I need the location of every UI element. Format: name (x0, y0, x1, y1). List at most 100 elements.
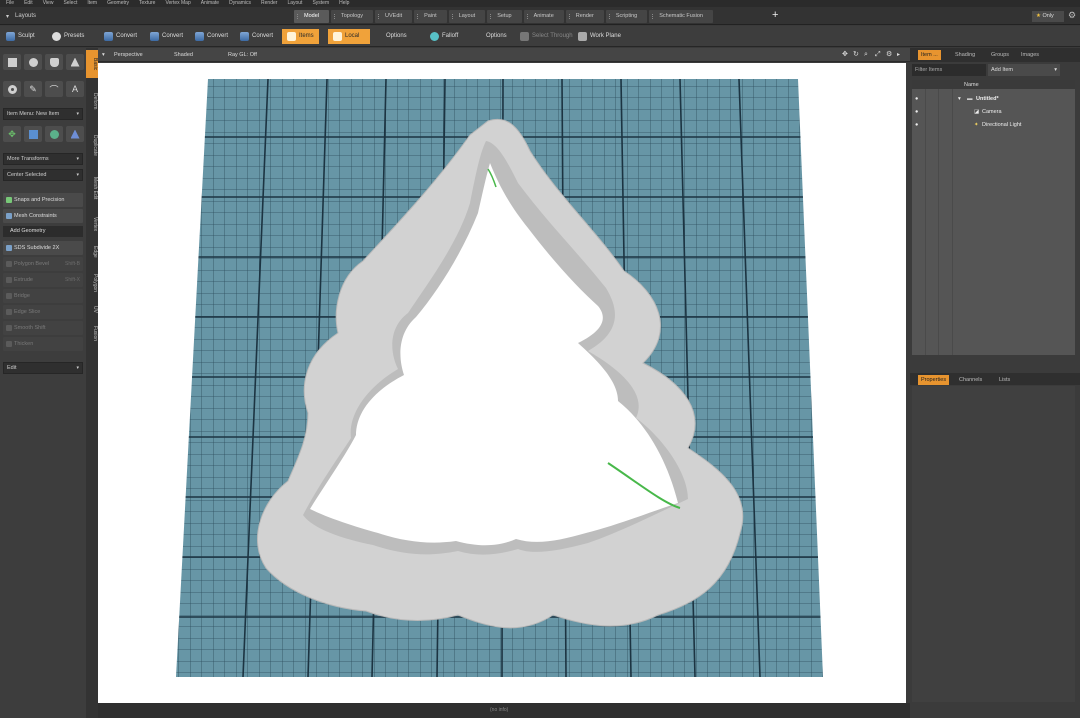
more-transforms-dropdown[interactable]: More Transforms ▾ (3, 153, 83, 165)
zoom-view-icon[interactable]: ⌕ (864, 50, 868, 60)
expand-icon[interactable]: ▾ (958, 93, 961, 105)
convert-button-4[interactable]: Convert (238, 29, 273, 44)
layout-tab[interactable]: Setup (487, 10, 522, 23)
menu-item[interactable]: Dynamics (229, 0, 251, 7)
menu-item[interactable]: File (6, 0, 14, 7)
sds-subdivide-button[interactable]: SDS Subdivide 2X (3, 241, 83, 255)
item-menu-dropdown[interactable]: Item Menu: New Item ▾ (3, 108, 83, 120)
center-selected-dropdown[interactable]: Center Selected ▾ (3, 169, 83, 181)
viewport-gear-icon[interactable]: ⚙ (886, 50, 892, 60)
layout-tab[interactable]: Layout (448, 10, 486, 23)
menu-item[interactable]: System (312, 0, 329, 7)
tool-button[interactable]: Edge Slice (3, 305, 83, 319)
eye-icon[interactable]: ● (915, 119, 918, 131)
properties-tab[interactable]: Channels (956, 375, 985, 385)
tool-button[interactable]: Smooth Shift (3, 321, 83, 335)
eye-icon[interactable]: ● (915, 106, 918, 118)
only-toggle[interactable]: ★ Only (1032, 11, 1064, 22)
tool-button[interactable]: Polygon Bevel Shift-B (3, 257, 83, 271)
vertical-tab[interactable]: Polygon (86, 266, 98, 300)
menu-item[interactable]: Edit (24, 0, 33, 7)
cube-tool-button[interactable] (3, 54, 21, 70)
falloff-button[interactable]: Falloff (428, 29, 458, 44)
vertical-tab[interactable]: Vertex (86, 210, 98, 238)
menu-item[interactable]: Render (261, 0, 277, 7)
options-button-2[interactable]: Options (484, 29, 507, 44)
properties-tab[interactable]: Lists (996, 375, 1013, 385)
pen-tool-button[interactable]: ✎ (24, 81, 42, 97)
sculpt-button[interactable]: Sculpt (4, 29, 35, 44)
viewport-menu-icon[interactable]: ▾ (102, 50, 105, 60)
vertical-tab[interactable]: Basic (86, 50, 98, 78)
layout-tab[interactable]: Schematic Fusion (649, 10, 713, 23)
menu-item[interactable]: Select (63, 0, 77, 7)
transform-button[interactable]: ✥ (3, 126, 21, 142)
vertical-tab[interactable]: Deform (86, 80, 98, 122)
pyramid-button[interactable] (66, 126, 84, 142)
convert-button-2[interactable]: Convert (148, 29, 183, 44)
item-row-camera[interactable]: ● ◪ Camera (912, 106, 1075, 118)
local-button[interactable]: Local (328, 29, 370, 44)
layout-tab[interactable]: Model (294, 10, 329, 23)
shading-dropdown[interactable]: Shaded (174, 50, 193, 60)
menu-item[interactable]: Help (339, 0, 349, 7)
torus-tool-button[interactable] (3, 81, 21, 97)
work-plane-button[interactable]: Work Plane (576, 29, 621, 44)
layout-tab[interactable]: Scripting (605, 10, 648, 23)
right-panel-tab[interactable]: Item ... (918, 50, 941, 60)
add-tab-icon[interactable]: + (772, 9, 778, 22)
vertical-tab[interactable]: Edge (86, 240, 98, 264)
cone-tool-button[interactable] (66, 54, 84, 70)
vertical-tab[interactable]: Fusion (86, 318, 98, 350)
tool-button[interactable]: Bridge (3, 289, 83, 303)
raygl-dropdown[interactable]: Ray GL: Off (228, 50, 257, 60)
vertical-tab[interactable]: Duplicate (86, 124, 98, 166)
sphere-select-button[interactable] (45, 126, 63, 142)
menu-item[interactable]: Animate (201, 0, 219, 7)
mesh-button[interactable] (24, 126, 42, 142)
convert-button-1[interactable]: Convert (102, 29, 137, 44)
menu-item[interactable]: Geometry (107, 0, 129, 7)
eye-icon[interactable]: ● (915, 93, 918, 105)
menu-item[interactable]: Layout (287, 0, 302, 7)
layout-tab[interactable]: Topology (330, 10, 374, 23)
scene-row[interactable]: ● ▾ ▬ Untitled* (912, 93, 1075, 105)
tool-button[interactable]: Extrude Shift-X (3, 273, 83, 287)
edit-dropdown[interactable]: Edit ▾ (3, 362, 83, 374)
add-geometry-section[interactable]: Add Geometry (3, 226, 83, 237)
snaps-precision-button[interactable]: Snaps and Precision (3, 193, 83, 207)
layout-tab[interactable]: Animate (523, 10, 564, 23)
tool-button[interactable]: Thicken (3, 337, 83, 351)
properties-tab[interactable]: Properties (918, 375, 950, 385)
menu-item[interactable]: Item (87, 0, 97, 7)
layout-tab[interactable]: Render (565, 10, 604, 23)
presets-button[interactable]: Presets (50, 29, 84, 44)
rotate-view-icon[interactable]: ↻ (853, 50, 859, 60)
right-panel-tab[interactable]: Shading (952, 50, 978, 60)
cylinder-tool-button[interactable] (45, 54, 63, 70)
text-tool-button[interactable]: A (66, 81, 84, 97)
vertical-tab[interactable]: Mesh Edit (86, 168, 98, 208)
filter-items-input[interactable]: Filter Items (912, 64, 986, 76)
viewport-expand-icon[interactable]: ▸ (897, 50, 900, 60)
layouts-menu[interactable]: ▾ Layouts (6, 10, 36, 22)
right-panel-tab[interactable]: Images (1018, 50, 1042, 60)
sphere-tool-button[interactable] (24, 54, 42, 70)
add-item-dropdown[interactable]: Add Item ▾ (988, 64, 1060, 76)
right-panel-tab[interactable]: Groups (988, 50, 1012, 60)
item-row-light[interactable]: ● ✦ Directional Light (912, 119, 1075, 131)
convert-button-3[interactable]: Convert (193, 29, 228, 44)
3d-viewport[interactable] (98, 63, 906, 703)
layout-tab[interactable]: Paint (414, 10, 447, 23)
menu-item[interactable]: Vertex Map (165, 0, 190, 7)
viewport-canvas[interactable] (98, 63, 906, 703)
menu-item[interactable]: Texture (139, 0, 155, 7)
vertical-tab[interactable]: UV (86, 302, 98, 316)
layout-tab[interactable]: UVEdit (375, 10, 413, 23)
maximize-view-icon[interactable]: ⤢ (875, 50, 881, 60)
view-type-dropdown[interactable]: Perspective (114, 50, 143, 60)
items-mode-button[interactable]: Items (282, 29, 319, 44)
select-through-button[interactable]: Select Through (518, 29, 573, 44)
menu-item[interactable]: View (43, 0, 54, 7)
move-view-icon[interactable]: ✥ (842, 50, 848, 60)
